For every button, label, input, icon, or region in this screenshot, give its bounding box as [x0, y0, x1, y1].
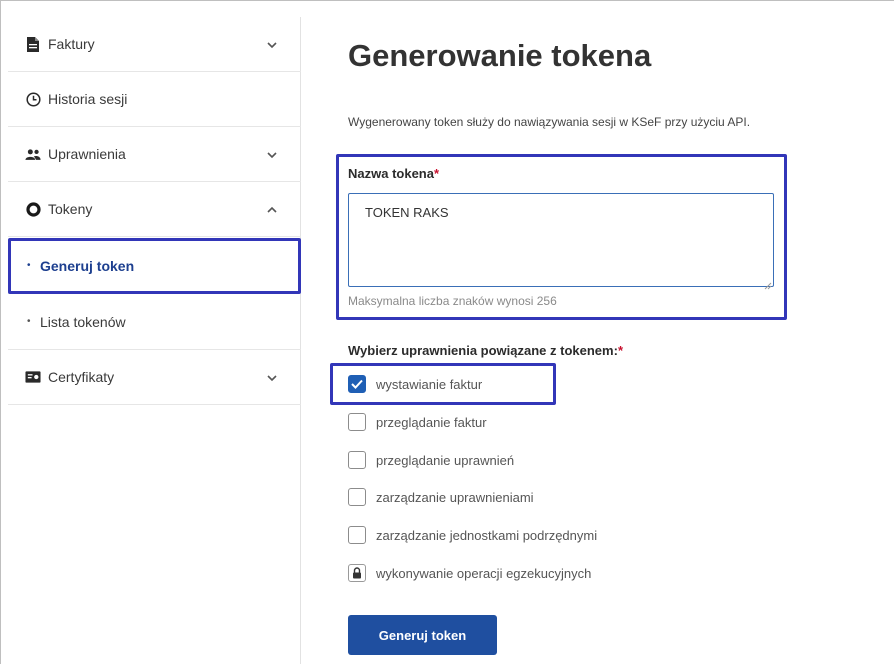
required-mark: *: [617, 343, 623, 358]
certificate-icon: [25, 369, 41, 385]
checkbox-checked[interactable]: [348, 375, 366, 393]
generate-token-button[interactable]: Generuj token: [348, 615, 497, 655]
permissions-label-text: Wybierz uprawnienia powiązane z tokenem:: [348, 343, 618, 358]
permission-option-label: zarządzanie uprawnieniami: [376, 489, 534, 505]
chevron-down-icon: [266, 148, 278, 160]
sidebar-subitem-lista-tokenow[interactable]: • Lista tokenów: [8, 294, 301, 350]
sidebar-item-historia-sesji[interactable]: Historia sesji: [8, 72, 301, 127]
highlight-box-active-nav: [8, 238, 301, 294]
page-description: Wygenerowany token służy do nawiązywania…: [348, 115, 751, 129]
permission-option[interactable]: przeglądanie faktur: [348, 411, 648, 433]
clock-icon: [25, 91, 41, 107]
sidebar-item-label: Faktury: [48, 36, 95, 52]
bullet-icon: •: [27, 316, 31, 327]
checkbox[interactable]: [348, 413, 366, 431]
sidebar-item-faktury[interactable]: Faktury: [8, 17, 301, 72]
permission-option[interactable]: przeglądanie uprawnień: [348, 449, 648, 471]
token-icon: [25, 201, 41, 217]
document-icon: [25, 36, 41, 52]
sidebar-item-label: Certyfikaty: [48, 369, 115, 385]
resize-grip-icon[interactable]: [764, 277, 772, 290]
checkbox[interactable]: [348, 451, 366, 469]
main-content: Generowanie tokena Wygenerowany token sł…: [330, 0, 894, 664]
permission-option[interactable]: zarządzanie uprawnieniami: [348, 486, 648, 508]
sidebar-item-label: Uprawnienia: [48, 146, 126, 162]
permissions-label: Wybierz uprawnienia powiązane z tokenem:…: [348, 343, 623, 358]
chevron-down-icon: [266, 371, 278, 383]
token-name-label: Nazwa tokena*: [348, 166, 439, 181]
permission-option-label: przeglądanie uprawnień: [376, 452, 515, 468]
sidebar-item-tokeny[interactable]: Tokeny: [8, 182, 301, 237]
lock-icon: [348, 564, 366, 582]
page-title: Generowanie tokena: [348, 38, 652, 73]
required-mark: *: [433, 166, 440, 181]
sidebar-subitem-label: Lista tokenów: [40, 313, 126, 330]
checkbox[interactable]: [348, 488, 366, 506]
chevron-up-icon: [266, 203, 278, 215]
permission-option-label: zarządzanie jednostkami podrzędnymi: [376, 527, 598, 543]
permission-option-label: przeglądanie faktur: [376, 414, 487, 430]
permission-option-label: wykonywanie operacji egzekucyjnych: [376, 565, 592, 581]
permission-option: wykonywanie operacji egzekucyjnych: [348, 562, 688, 584]
sidebar-item-uprawnienia[interactable]: Uprawnienia: [8, 127, 301, 182]
token-name-input[interactable]: TOKEN RAKS: [348, 193, 774, 287]
token-name-label-text: Nazwa tokena: [348, 166, 434, 181]
token-name-hint: Maksymalna liczba znaków wynosi 256: [348, 294, 557, 308]
permission-option-label: wystawianie faktur: [376, 376, 483, 392]
users-icon: [25, 146, 41, 162]
chevron-down-icon: [266, 38, 278, 50]
permission-option[interactable]: zarządzanie jednostkami podrzędnymi: [348, 524, 688, 546]
sidebar-item-certyfikaty[interactable]: Certyfikaty: [8, 350, 301, 405]
sidebar: Faktury Historia sesji Uprawnienia Token…: [8, 17, 301, 664]
sidebar-item-label: Tokeny: [48, 201, 93, 217]
permission-option[interactable]: wystawianie faktur: [348, 373, 648, 395]
checkbox[interactable]: [348, 526, 366, 544]
sidebar-item-label: Historia sesji: [48, 91, 128, 107]
